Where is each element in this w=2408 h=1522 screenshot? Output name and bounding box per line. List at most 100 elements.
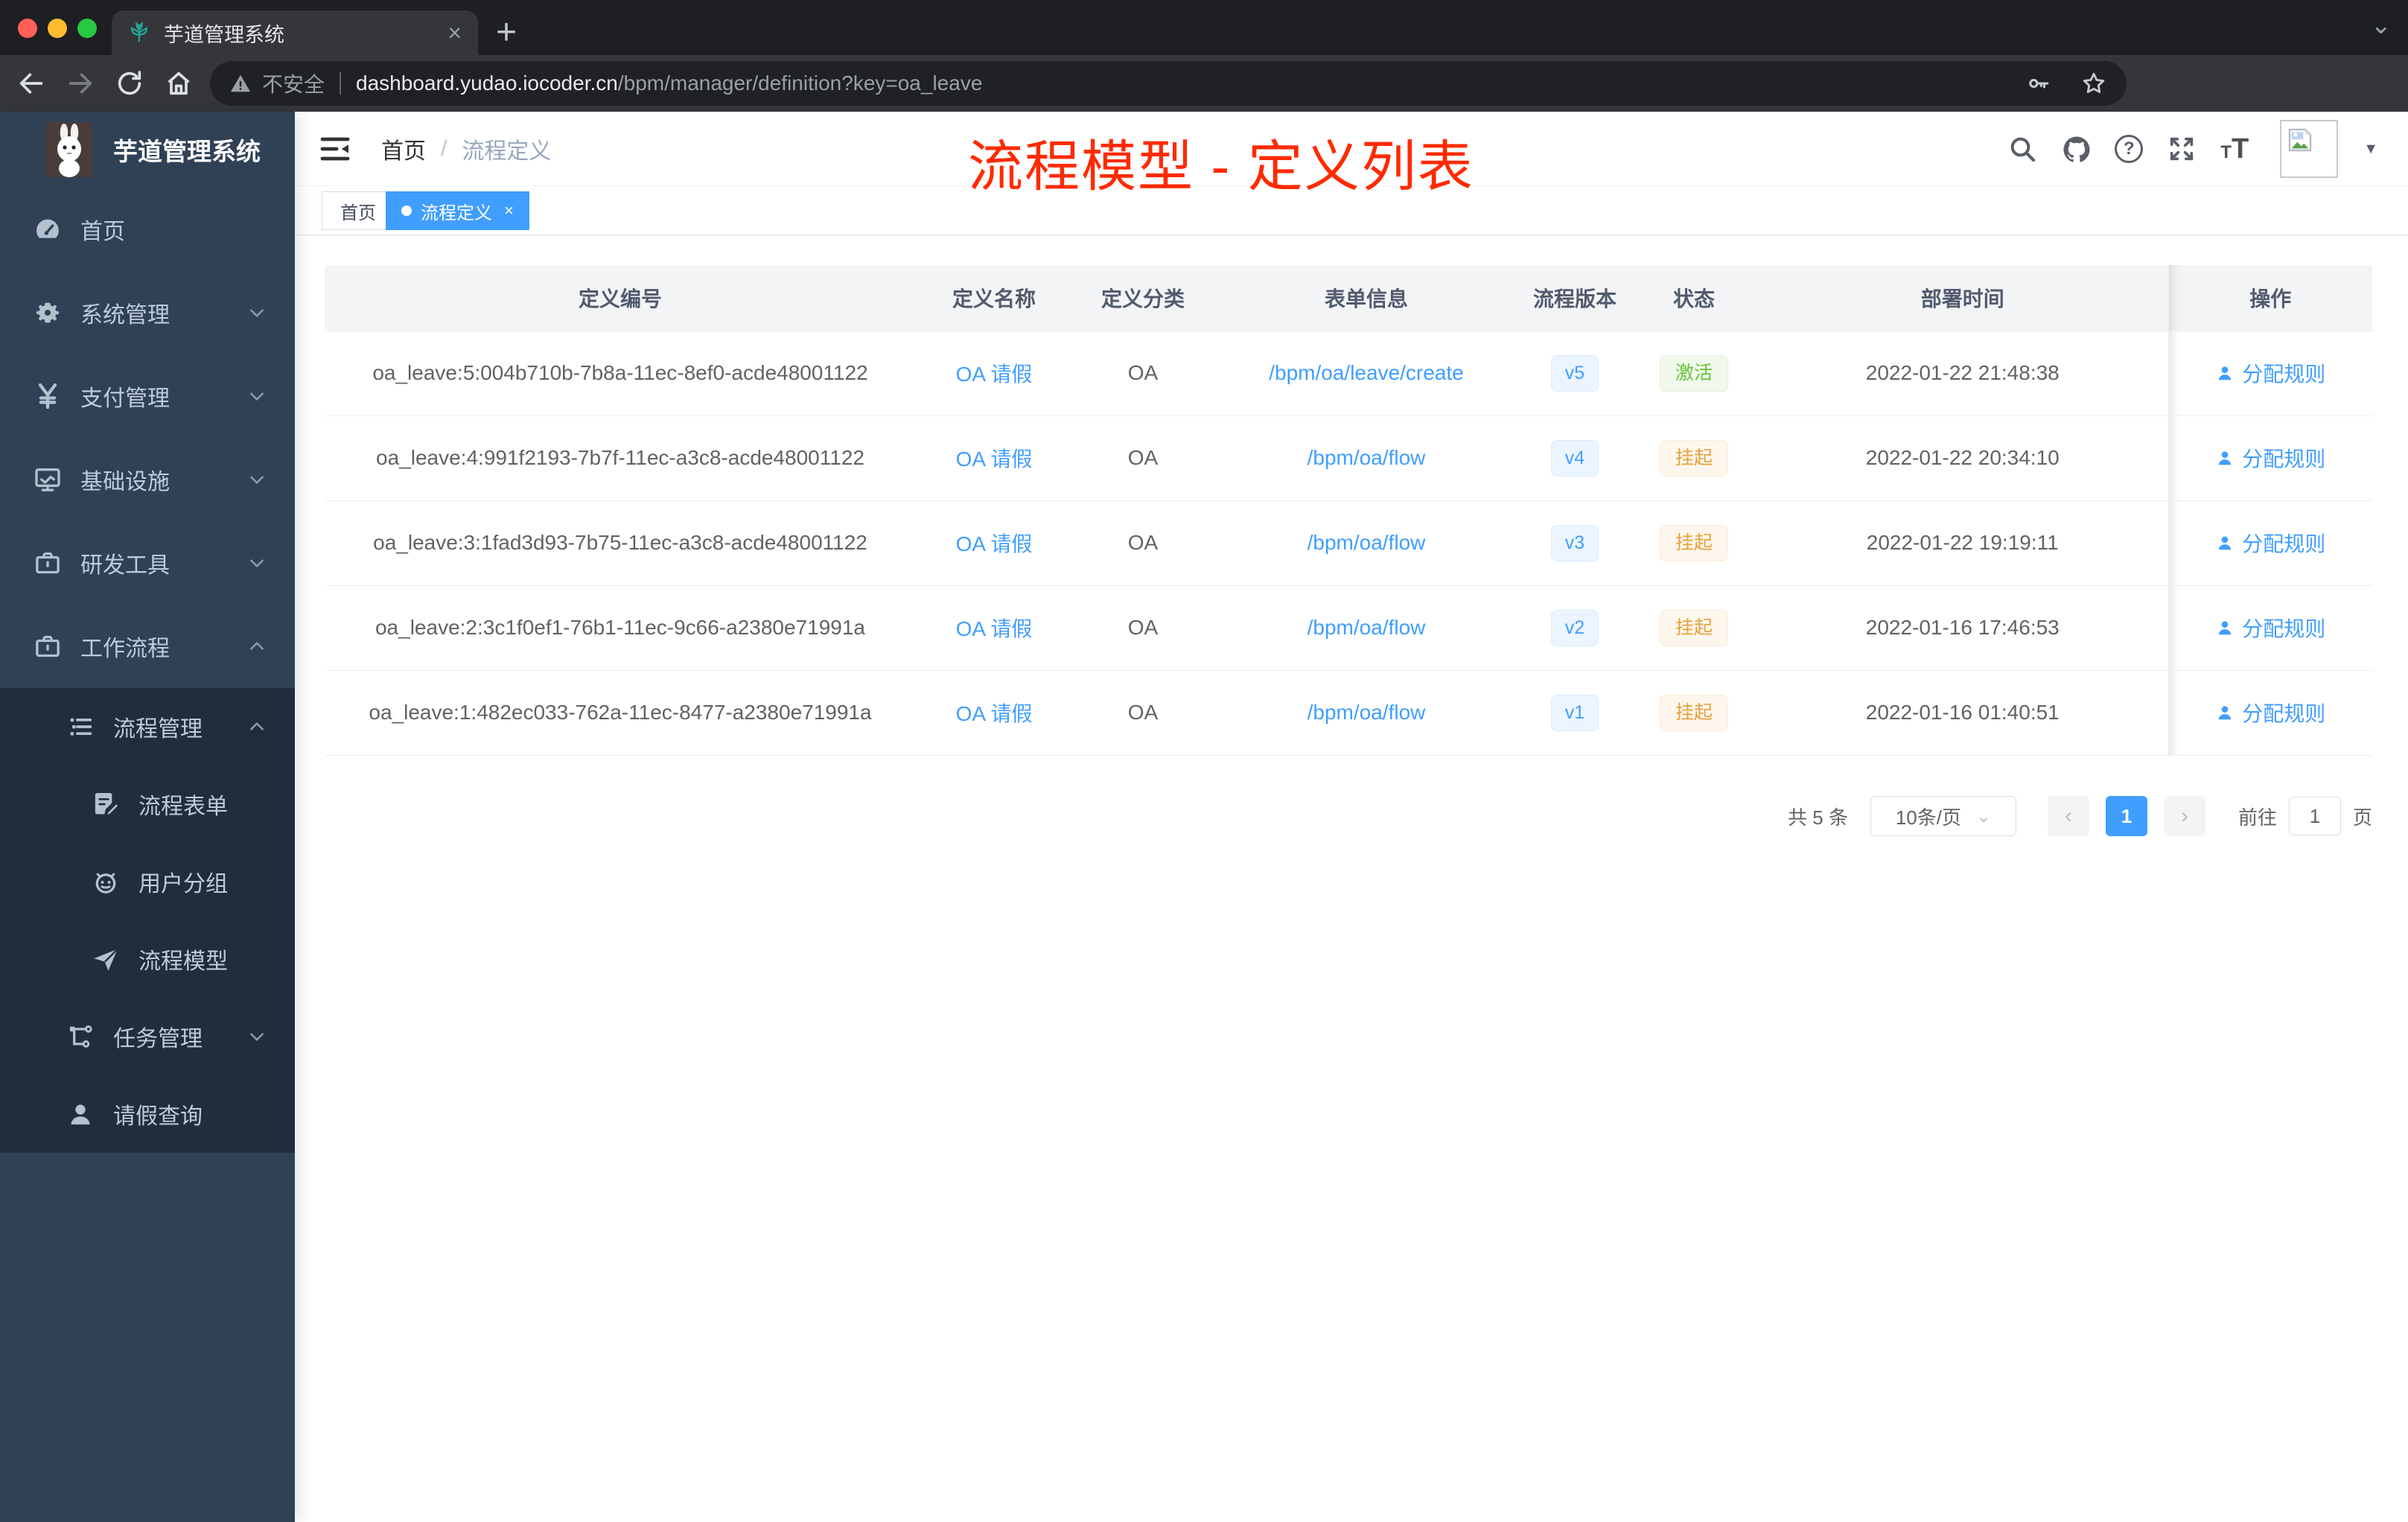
list-tree-icon bbox=[66, 712, 95, 742]
avatar-dropdown-caret-icon[interactable]: ▼ bbox=[2363, 141, 2378, 158]
breadcrumb: 首页 / 流程定义 bbox=[381, 112, 551, 186]
maximize-window-button[interactable] bbox=[77, 19, 97, 38]
dashboard-icon bbox=[33, 214, 63, 244]
cell-deploy-time: 2022-01-22 20:34:10 bbox=[1757, 415, 2168, 501]
tag-process-definition[interactable]: 流程定义 × bbox=[386, 191, 529, 230]
col-definition-name: 定义名称 bbox=[916, 265, 1072, 331]
sidebar-item-process-model[interactable]: 流程模型 bbox=[0, 920, 295, 998]
tag-home[interactable]: 首页 bbox=[322, 191, 395, 230]
back-icon[interactable] bbox=[16, 69, 46, 98]
monitor-icon bbox=[33, 465, 63, 494]
font-size-icon[interactable]: TT bbox=[2220, 133, 2249, 165]
url-path[interactable]: /bpm/manager/definition?key=oa_leave bbox=[618, 71, 983, 95]
assign-rule-button[interactable]: 分配规则 bbox=[2215, 358, 2325, 388]
sidebar-item-process-management[interactable]: 流程管理 bbox=[0, 688, 295, 765]
user-icon bbox=[2215, 448, 2235, 468]
sidebar-item-workflow[interactable]: 工作流程 bbox=[0, 605, 295, 688]
breadcrumb-current: 流程定义 bbox=[462, 139, 552, 164]
col-form-info: 表单信息 bbox=[1214, 265, 1519, 331]
form-link[interactable]: /bpm/oa/leave/create bbox=[1269, 361, 1464, 384]
version-badge: v3 bbox=[1550, 524, 1599, 561]
not-secure-warning-icon bbox=[229, 72, 252, 95]
assign-rule-button[interactable]: 分配规则 bbox=[2215, 528, 2325, 558]
help-icon[interactable]: ? bbox=[2115, 135, 2144, 163]
sidebar-collapse-icon[interactable] bbox=[317, 131, 353, 167]
gear-icon bbox=[33, 298, 63, 328]
cell-category: OA bbox=[1072, 585, 1214, 671]
sidebar-item-user-group[interactable]: 用户分组 bbox=[0, 843, 295, 920]
definition-name-link[interactable]: OA 请假 bbox=[956, 617, 1033, 640]
user-icon bbox=[2215, 363, 2235, 383]
goto-page-input[interactable] bbox=[2288, 797, 2341, 835]
definition-name-link[interactable]: OA 请假 bbox=[956, 448, 1033, 471]
sidebar-item-payment[interactable]: 支付管理 bbox=[0, 354, 295, 438]
security-label[interactable]: 不安全 bbox=[262, 69, 325, 98]
next-page-button[interactable]: › bbox=[2163, 796, 2205, 836]
sidebar-item-infrastructure[interactable]: 基础设施 bbox=[0, 438, 295, 521]
briefcase-icon bbox=[33, 548, 63, 578]
version-badge: v1 bbox=[1550, 694, 1599, 731]
app-logo[interactable]: 芋道管理系统 bbox=[46, 121, 261, 179]
briefcase-icon bbox=[33, 631, 63, 661]
minimize-window-button[interactable] bbox=[48, 19, 67, 38]
definition-name-link[interactable]: OA 请假 bbox=[956, 532, 1033, 555]
col-status: 状态 bbox=[1631, 265, 1757, 331]
form-link[interactable]: /bpm/oa/flow bbox=[1307, 616, 1426, 639]
search-icon[interactable] bbox=[2007, 134, 2037, 164]
new-tab-button[interactable]: + bbox=[496, 12, 517, 54]
browser-tab[interactable]: 芋道管理系统 × bbox=[112, 10, 478, 55]
breadcrumb-home[interactable]: 首页 bbox=[381, 133, 426, 165]
browser-window: 芋道管理系统 × + ⌄ 不安全 dashboard.yudao.iocoder… bbox=[0, 0, 2408, 1522]
assign-rule-button[interactable]: 分配规则 bbox=[2215, 698, 2325, 727]
address-bar[interactable]: 不安全 dashboard.yudao.iocoder.cn/bpm/manag… bbox=[210, 61, 2127, 106]
chevron-down-icon bbox=[247, 1027, 267, 1046]
chevron-down-icon bbox=[247, 470, 267, 489]
bookmark-star-icon[interactable] bbox=[2080, 70, 2107, 97]
status-badge: 挂起 bbox=[1659, 439, 1728, 477]
tag-close-icon[interactable]: × bbox=[504, 201, 514, 220]
cell-category: OA bbox=[1072, 670, 1214, 756]
definition-name-link[interactable]: OA 请假 bbox=[956, 702, 1033, 725]
version-badge: v2 bbox=[1550, 609, 1599, 646]
fullscreen-icon[interactable] bbox=[2167, 134, 2197, 164]
forward-icon[interactable] bbox=[66, 69, 95, 98]
table-header-row: 定义编号 定义名称 定义分类 表单信息 流程版本 状态 部署时间 操作 bbox=[325, 265, 2372, 331]
favicon-plant-icon bbox=[128, 22, 150, 44]
reload-icon[interactable] bbox=[115, 69, 144, 98]
tab-strip-chevron-icon[interactable]: ⌄ bbox=[2371, 10, 2392, 40]
definition-table: 定义编号 定义名称 定义分类 表单信息 流程版本 状态 部署时间 操作 oa_l… bbox=[325, 265, 2372, 756]
home-icon[interactable] bbox=[164, 69, 194, 98]
form-link[interactable]: /bpm/oa/flow bbox=[1307, 701, 1426, 724]
sidebar-item-system[interactable]: 系统管理 bbox=[0, 271, 295, 354]
sidebar-item-dev-tools[interactable]: 研发工具 bbox=[0, 521, 295, 605]
sidebar-item-leave-query[interactable]: 请假查询 bbox=[0, 1075, 295, 1153]
page-unit-label: 页 bbox=[2352, 806, 2372, 829]
tab-close-icon[interactable]: × bbox=[447, 21, 462, 45]
assign-rule-button[interactable]: 分配规则 bbox=[2215, 613, 2325, 643]
form-link[interactable]: /bpm/oa/flow bbox=[1307, 446, 1426, 469]
sidebar-item-task-management[interactable]: 任务管理 bbox=[0, 998, 295, 1075]
github-icon[interactable] bbox=[2061, 134, 2091, 164]
tree-branch-icon bbox=[66, 1022, 95, 1051]
page-number-button[interactable]: 1 bbox=[2105, 796, 2147, 836]
user-icon bbox=[2215, 533, 2235, 553]
sidebar-item-process-form[interactable]: 流程表单 bbox=[0, 765, 295, 843]
avatar[interactable] bbox=[2280, 120, 2339, 178]
col-definition-category: 定义分类 bbox=[1072, 265, 1214, 331]
assign-rule-button[interactable]: 分配规则 bbox=[2215, 443, 2325, 473]
sidebar-item-home[interactable]: 首页 bbox=[0, 188, 295, 271]
definition-name-link[interactable]: OA 请假 bbox=[956, 363, 1033, 386]
form-link[interactable]: /bpm/oa/flow bbox=[1307, 531, 1426, 554]
sidebar: 芋道管理系统 首页 系统管理 支付管理 基础设施 研发工具 工作流程 流程管理 … bbox=[0, 112, 295, 1522]
status-badge: 挂起 bbox=[1659, 524, 1728, 561]
col-deploy-time: 部署时间 bbox=[1757, 265, 2168, 331]
chevron-down-icon bbox=[247, 303, 267, 322]
prev-page-button[interactable]: ‹ bbox=[2047, 796, 2089, 836]
cell-definition-id: oa_leave:3:1fad3d93-7b75-11ec-a3c8-acde4… bbox=[325, 500, 916, 586]
sidebar-menu: 首页 系统管理 支付管理 基础设施 研发工具 工作流程 流程管理 流程表单 用户… bbox=[0, 188, 295, 1153]
cell-definition-id: oa_leave:2:3c1f0ef1-76b1-11ec-9c66-a2380… bbox=[325, 585, 916, 671]
close-window-button[interactable] bbox=[18, 19, 37, 38]
password-key-icon[interactable] bbox=[2025, 71, 2051, 96]
url-domain[interactable]: dashboard.yudao.iocoder.cn bbox=[356, 71, 618, 95]
page-size-select[interactable]: 10条/页 ⌄ bbox=[1870, 796, 2016, 836]
